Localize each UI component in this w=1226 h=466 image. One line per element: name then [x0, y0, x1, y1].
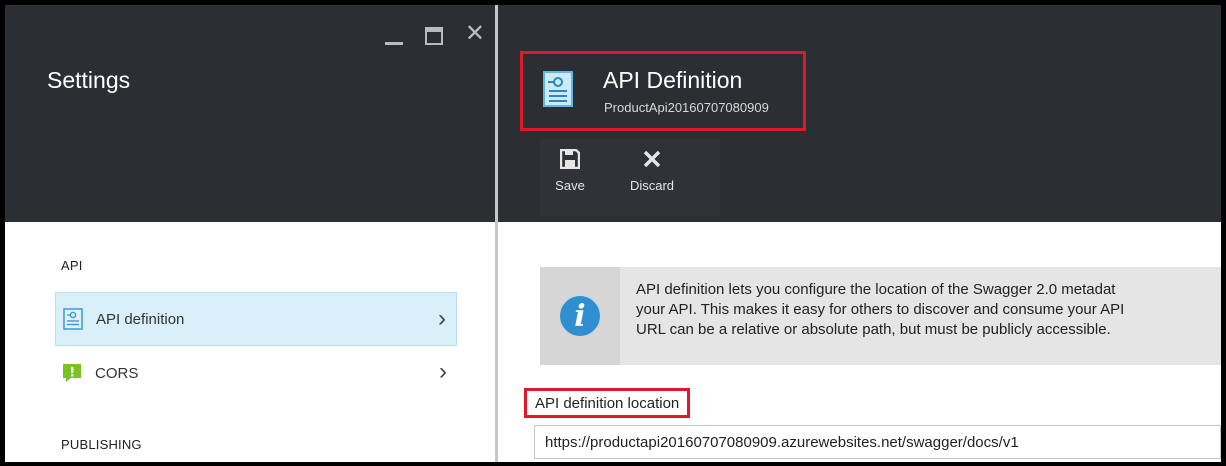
- section-label-api: API: [61, 258, 83, 273]
- sidebar-item-cors[interactable]: CORS ›: [55, 346, 457, 400]
- blade-header: API Definition ProductApi20160707080909 …: [498, 5, 1221, 222]
- api-definition-icon: [543, 71, 573, 107]
- sidebar-item-api-definition[interactable]: API definition ›: [55, 292, 457, 346]
- save-label: Save: [555, 178, 585, 193]
- sidebar-item-label: API definition: [96, 310, 185, 328]
- discard-icon: [622, 149, 682, 172]
- section-label-publishing: PUBLISHING: [61, 437, 142, 452]
- info-line: URL can be a relative or absolute path, …: [636, 321, 1111, 338]
- cors-icon: [61, 362, 83, 384]
- maximize-icon[interactable]: [424, 27, 443, 45]
- window-controls: ✕: [384, 22, 485, 46]
- info-text: API definition lets you configure the lo…: [636, 280, 1221, 340]
- save-button[interactable]: Save: [540, 148, 600, 193]
- info-line: API definition lets you configure the lo…: [636, 281, 1116, 298]
- chevron-right-icon: ›: [438, 305, 446, 332]
- minimize-icon[interactable]: [384, 42, 403, 45]
- sidebar-item-label: CORS: [95, 364, 139, 382]
- api-definition-icon: [62, 308, 84, 330]
- discard-button[interactable]: Discard: [622, 149, 682, 193]
- settings-title: Settings: [47, 67, 131, 93]
- api-definition-location-input[interactable]: [534, 425, 1221, 459]
- info-icon: i: [560, 296, 600, 336]
- blade-subtitle: ProductApi20160707080909: [604, 100, 769, 115]
- settings-menu: API API definition › CORS › PUBLISHING: [5, 222, 496, 462]
- close-icon[interactable]: ✕: [465, 22, 485, 46]
- info-icon-container: i: [540, 267, 620, 365]
- info-banner: i API definition lets you configure the …: [540, 267, 1221, 365]
- settings-header: ✕ Settings: [5, 5, 495, 222]
- location-label: API definition location: [535, 394, 680, 412]
- blade-title: API Definition: [603, 67, 743, 93]
- chevron-right-icon: ›: [439, 358, 447, 385]
- settings-blade: ✕ Settings API API definition › CORS › P…: [5, 5, 496, 462]
- location-label-highlight: API definition location: [524, 388, 691, 418]
- api-definition-blade: API Definition ProductApi20160707080909 …: [498, 5, 1221, 462]
- portal-frame: ✕ Settings API API definition › CORS › P…: [0, 0, 1226, 466]
- blade-title-highlight: API Definition ProductApi20160707080909: [520, 51, 806, 131]
- discard-label: Discard: [629, 178, 675, 193]
- info-line: your API. This makes it easy for others …: [636, 301, 1125, 318]
- blade-content: i API definition lets you configure the …: [498, 222, 1221, 462]
- save-icon: [540, 148, 600, 172]
- command-bar: Save Discard: [540, 139, 720, 217]
